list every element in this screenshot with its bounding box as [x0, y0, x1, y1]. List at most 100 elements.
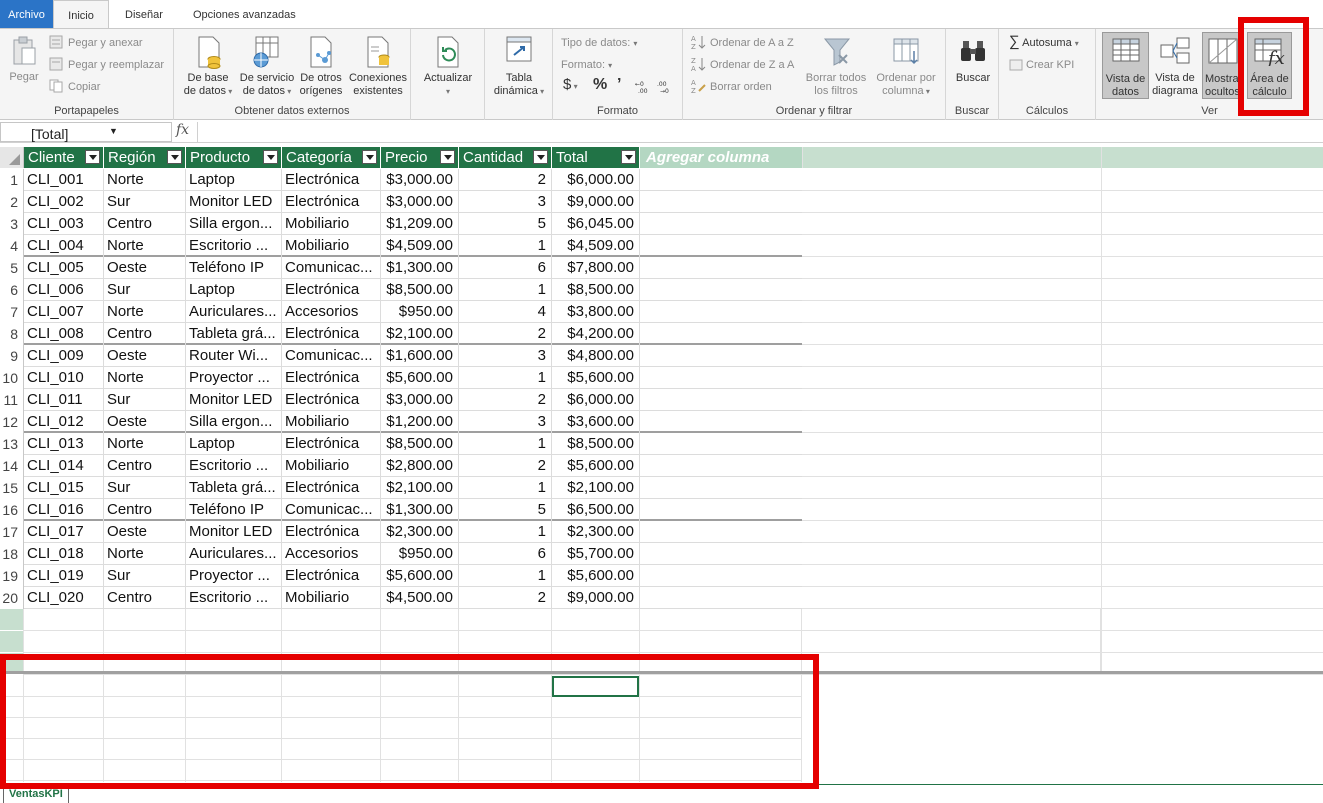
- fx-icon[interactable]: fx: [176, 122, 189, 138]
- row-number[interactable]: 5: [0, 257, 24, 279]
- column-header[interactable]: Región: [104, 147, 186, 168]
- table-cell[interactable]: Electrónica: [282, 323, 381, 345]
- table-cell[interactable]: $3,000.00: [381, 191, 459, 213]
- table-cell[interactable]: Sur: [104, 477, 186, 499]
- table-cell[interactable]: Norte: [104, 301, 186, 323]
- refresh-button[interactable]: Actualizar ▾: [419, 35, 477, 99]
- existing-connections-button[interactable]: Conexiones existentes: [347, 35, 409, 99]
- table-cell[interactable]: Proyector ...: [186, 565, 282, 587]
- table-cell[interactable]: Silla ergon...: [186, 411, 282, 433]
- row-number[interactable]: 8: [0, 323, 24, 345]
- tab-inicio[interactable]: Inicio: [53, 0, 109, 29]
- percent-button[interactable]: %: [593, 77, 607, 93]
- row-number[interactable]: 9: [0, 345, 24, 367]
- table-cell[interactable]: $2,800.00: [381, 455, 459, 477]
- decrease-decimal-icon[interactable]: .00→0: [657, 80, 675, 94]
- table-cell[interactable]: CLI_009: [24, 345, 104, 367]
- table-cell[interactable]: $6,500.00: [552, 499, 640, 521]
- add-column-header[interactable]: Agregar columna: [640, 147, 802, 168]
- tab-opciones-avanzadas[interactable]: Opciones avanzadas: [193, 0, 296, 28]
- table-cell[interactable]: $1,300.00: [381, 499, 459, 521]
- table-cell[interactable]: $5,600.00: [552, 565, 640, 587]
- table-cell[interactable]: Laptop: [186, 279, 282, 301]
- diagram-view-button[interactable]: Vista de diagrama: [1150, 32, 1200, 99]
- table-cell[interactable]: Norte: [104, 235, 186, 257]
- table-cell[interactable]: Tableta grá...: [186, 323, 282, 345]
- table-cell[interactable]: CLI_017: [24, 521, 104, 543]
- table-cell[interactable]: $3,600.00: [552, 411, 640, 433]
- from-other-sources-button[interactable]: De otros orígenes: [297, 35, 345, 99]
- table-cell[interactable]: Mobiliario: [282, 411, 381, 433]
- filter-dropdown-icon[interactable]: [85, 150, 100, 164]
- table-cell[interactable]: Centro: [104, 213, 186, 235]
- paste-replace-button[interactable]: Pegar y reemplazar: [68, 58, 164, 72]
- table-cell[interactable]: CLI_014: [24, 455, 104, 477]
- table-cell[interactable]: $4,509.00: [552, 235, 640, 257]
- filter-dropdown-icon[interactable]: [533, 150, 548, 164]
- table-cell[interactable]: Mobiliario: [282, 213, 381, 235]
- table-cell[interactable]: Escritorio ...: [186, 587, 282, 609]
- filter-dropdown-icon[interactable]: [621, 150, 636, 164]
- table-cell[interactable]: $8,500.00: [381, 279, 459, 301]
- selected-calc-cell[interactable]: [552, 676, 639, 697]
- table-cell[interactable]: Auriculares...: [186, 301, 282, 323]
- table-cell[interactable]: Norte: [104, 543, 186, 565]
- table-cell[interactable]: Escritorio ...: [186, 235, 282, 257]
- table-cell[interactable]: Sur: [104, 565, 186, 587]
- filter-dropdown-icon[interactable]: [362, 150, 377, 164]
- table-cell[interactable]: $6,045.00: [552, 213, 640, 235]
- table-cell[interactable]: $6,000.00: [552, 389, 640, 411]
- from-data-service-button[interactable]: De servicio de datos ▾: [237, 35, 297, 99]
- table-cell[interactable]: Oeste: [104, 257, 186, 279]
- table-cell[interactable]: CLI_007: [24, 301, 104, 323]
- table-cell[interactable]: 2: [459, 323, 552, 345]
- table-cell[interactable]: $1,600.00: [381, 345, 459, 367]
- column-header[interactable]: Categoría: [282, 147, 381, 168]
- row-number[interactable]: 10: [0, 367, 24, 389]
- table-cell[interactable]: Norte: [104, 433, 186, 455]
- table-cell[interactable]: $4,500.00: [381, 587, 459, 609]
- table-cell[interactable]: 3: [459, 345, 552, 367]
- calculation-area[interactable]: [0, 674, 1323, 784]
- table-cell[interactable]: Teléfono IP: [186, 499, 282, 521]
- table-cell[interactable]: 1: [459, 565, 552, 587]
- table-cell[interactable]: 2: [459, 587, 552, 609]
- table-cell[interactable]: CLI_010: [24, 367, 104, 389]
- table-cell[interactable]: $1,300.00: [381, 257, 459, 279]
- table-cell[interactable]: $3,000.00: [381, 389, 459, 411]
- row-number[interactable]: 7: [0, 301, 24, 323]
- row-number[interactable]: 17: [0, 521, 24, 543]
- table-cell[interactable]: $6,000.00: [552, 169, 640, 191]
- row-number[interactable]: 4: [0, 235, 24, 257]
- table-cell[interactable]: Electrónica: [282, 169, 381, 191]
- table-cell[interactable]: 1: [459, 521, 552, 543]
- row-number[interactable]: 2: [0, 191, 24, 213]
- pivot-table-button[interactable]: Tabla dinámica ▾: [489, 35, 549, 99]
- table-cell[interactable]: Electrónica: [282, 565, 381, 587]
- tab-archivo[interactable]: Archivo: [0, 0, 53, 28]
- column-header[interactable]: Producto: [186, 147, 282, 168]
- row-number[interactable]: 11: [0, 389, 24, 411]
- table-cell[interactable]: $2,100.00: [552, 477, 640, 499]
- table-cell[interactable]: Sur: [104, 191, 186, 213]
- table-cell[interactable]: Teléfono IP: [186, 257, 282, 279]
- autosum-button[interactable]: ∑ Autosuma ▾: [1009, 34, 1079, 51]
- table-cell[interactable]: $950.00: [381, 543, 459, 565]
- table-cell[interactable]: $2,300.00: [552, 521, 640, 543]
- table-cell[interactable]: $1,209.00: [381, 213, 459, 235]
- filter-dropdown-icon[interactable]: [167, 150, 182, 164]
- table-cell[interactable]: Mobiliario: [282, 587, 381, 609]
- row-number[interactable]: 15: [0, 477, 24, 499]
- table-cell[interactable]: Norte: [104, 367, 186, 389]
- table-cell[interactable]: 2: [459, 389, 552, 411]
- table-cell[interactable]: Proyector ...: [186, 367, 282, 389]
- row-number[interactable]: 12: [0, 411, 24, 433]
- table-cell[interactable]: CLI_003: [24, 213, 104, 235]
- table-cell[interactable]: Centro: [104, 499, 186, 521]
- data-view-button[interactable]: Vista de datos: [1102, 32, 1149, 99]
- row-number[interactable]: 13: [0, 433, 24, 455]
- table-cell[interactable]: Electrónica: [282, 477, 381, 499]
- table-cell[interactable]: $950.00: [381, 301, 459, 323]
- paste-append-button[interactable]: Pegar y anexar: [68, 36, 143, 50]
- sort-by-column-button[interactable]: Ordenar por columna ▾: [871, 35, 941, 99]
